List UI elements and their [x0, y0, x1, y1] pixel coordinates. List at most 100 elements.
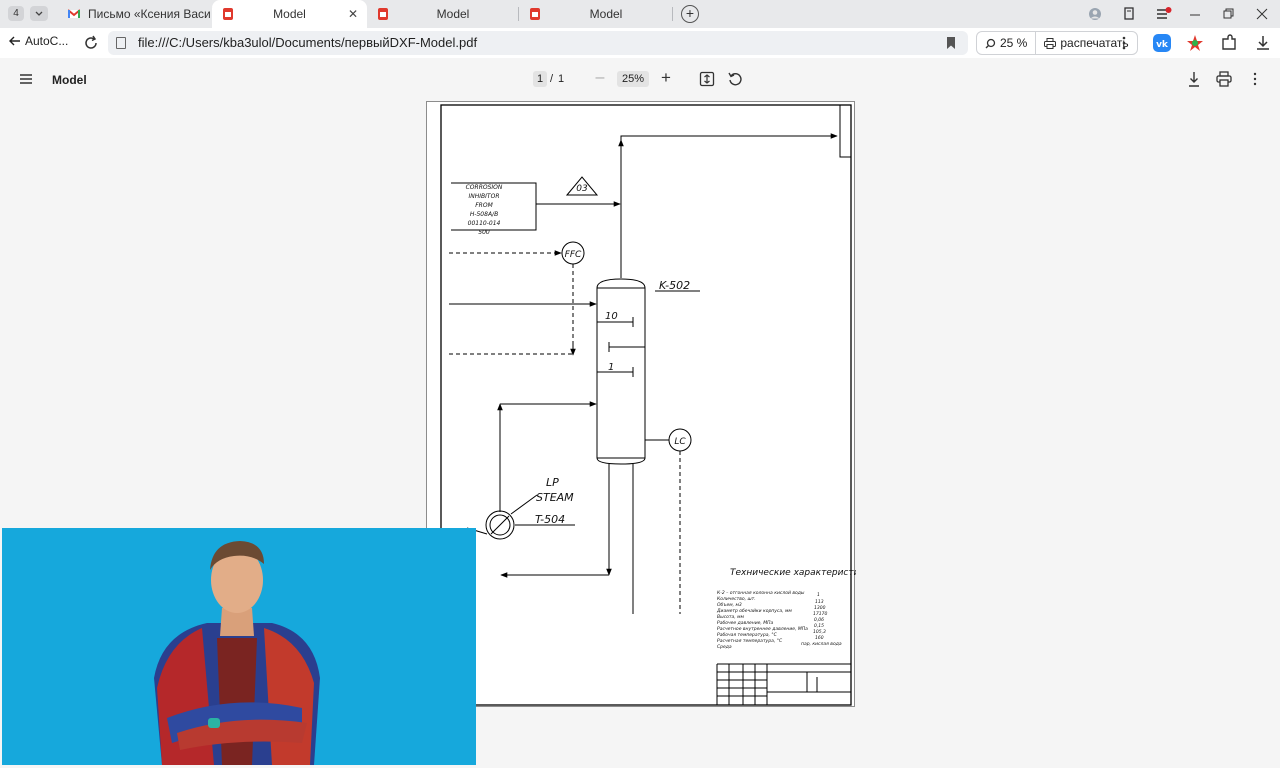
tech-row: Среда — [717, 644, 732, 650]
avatar-icon — [1089, 8, 1101, 20]
url-text[interactable]: file:///C:/Users/kba3ulol/Documents/перв… — [138, 35, 477, 50]
webcam-overlay — [2, 528, 476, 765]
tech-row: Расчетное внутреннее давление, МПа — [717, 626, 808, 632]
tab-count-button[interactable]: 4 — [8, 6, 24, 21]
pdf-page: CORROSION INHIBITOR FROM H-508A/B 00110-… — [426, 101, 856, 707]
new-tab-button[interactable]: + — [681, 5, 699, 23]
tab-list-dropdown[interactable] — [30, 6, 48, 21]
tab-mail[interactable]: Письмо «Ксения Васильева — [58, 0, 210, 28]
reload-icon[interactable] — [82, 34, 100, 52]
close-window-button[interactable] — [1253, 5, 1271, 23]
minimize-button[interactable] — [1186, 5, 1204, 23]
exchanger-tag: T-504 — [535, 513, 565, 526]
close-icon — [1256, 8, 1268, 20]
close-tab-icon[interactable]: ✕ — [345, 6, 361, 22]
chevron-down-icon — [35, 11, 43, 16]
tech-value: 0,15 — [814, 623, 824, 629]
tab-strip: 4 Письмо «Ксения Васильева Model ✕ Model… — [0, 0, 1280, 28]
tech-row: Диаметр обечайки корпуса, мм — [716, 608, 792, 614]
tech-row: Рабочее давление, МПа — [717, 620, 774, 626]
bookmark-icon[interactable] — [946, 37, 956, 49]
lc-label: LC — [674, 437, 686, 447]
more-icon[interactable] — [1122, 36, 1126, 50]
address-bar-row: AutoC... file:///C:/Users/kba3ulol/Docum… — [0, 28, 1280, 58]
ffc-label: FFC — [565, 250, 582, 260]
page-separator: / — [550, 73, 554, 85]
gmail-icon — [68, 9, 80, 18]
hamburger-icon[interactable] — [20, 74, 32, 84]
svg-text:vk: vk — [1156, 40, 1169, 50]
presenter-figure — [2, 528, 476, 765]
tech-title: Технические характеристики — [730, 568, 856, 578]
tech-row: Объем, м3 — [717, 602, 742, 608]
extension-star-icon[interactable] — [1186, 34, 1204, 52]
corrosion-label-2: INHIBITOR — [469, 193, 500, 200]
menu-button[interactable] — [1155, 5, 1173, 23]
tab-title: Model — [273, 7, 306, 21]
zoom-in-button[interactable]: + — [660, 68, 672, 88]
tab-title: Письмо «Ксения Васильева — [88, 7, 210, 21]
tab-model-active[interactable]: Model ✕ — [212, 0, 367, 28]
pdf-icon — [223, 8, 233, 20]
tab-title: Model — [589, 7, 623, 21]
tech-row: Высота, мм — [717, 614, 745, 620]
hamburger-notification-icon — [1157, 7, 1172, 19]
corrosion-label-6: 500 — [478, 229, 490, 236]
corrosion-label-5: 00110-014 — [468, 220, 501, 227]
steam-label: STEAM — [536, 491, 574, 504]
corrosion-label-1: CORROSION — [466, 184, 503, 191]
tech-value: пар, кислая вода — [801, 642, 842, 647]
vk-icon[interactable]: vk — [1153, 34, 1171, 52]
tech-value: 113 — [815, 599, 824, 605]
tech-value: 1300 — [814, 605, 826, 611]
page-total: 1 — [558, 73, 565, 85]
minimize-icon — [1190, 14, 1200, 16]
fit-page-icon[interactable] — [699, 71, 715, 87]
printer-icon — [1044, 37, 1057, 49]
bookmarks-icon — [1124, 7, 1134, 20]
file-icon — [116, 37, 126, 49]
zoom-icon — [985, 38, 996, 48]
more-icon[interactable] — [1247, 71, 1263, 87]
url-field[interactable]: file:///C:/Users/kba3ulol/Documents/перв… — [108, 31, 968, 55]
rotate-icon[interactable] — [727, 71, 743, 87]
tab-model-3[interactable]: Model — [519, 0, 671, 28]
restore-button[interactable] — [1220, 5, 1238, 23]
print-label: распечатать — [1060, 36, 1129, 50]
printer-icon[interactable] — [1216, 71, 1232, 87]
marker-03: 03 — [576, 184, 588, 194]
download-icon[interactable] — [1254, 34, 1272, 52]
tech-row: К-2 – отгонная колонна кислой воды — [717, 590, 805, 596]
page-number-input[interactable]: 1 — [533, 71, 547, 87]
back-button[interactable]: AutoC... — [8, 34, 68, 48]
tab-title: Model — [436, 7, 470, 21]
tab-model-2[interactable]: Model — [367, 0, 517, 28]
zoom-level: 25 % — [1000, 36, 1028, 50]
download-icon[interactable] — [1186, 71, 1202, 87]
column-tag: K-502 — [659, 279, 690, 292]
tech-value: 105,3 — [813, 629, 826, 635]
tray-bottom-label: 1 — [608, 362, 614, 373]
corrosion-label-4: H-508A/B — [470, 211, 498, 218]
corrosion-label-3: FROM — [475, 202, 493, 209]
zoom-button[interactable]: 25 % — [977, 32, 1035, 54]
pdf-icon — [378, 8, 388, 20]
zoom-input[interactable]: 25% — [617, 71, 649, 87]
tech-value: 160 — [815, 635, 824, 641]
restore-icon — [1223, 8, 1234, 19]
arrow-left-icon — [9, 36, 20, 46]
back-label: AutoC... — [25, 34, 69, 48]
pdf-toolbar: Model 1 / 1 – 25% + — [0, 58, 1280, 100]
tech-value: 1 — [817, 592, 820, 598]
tech-row: Количество, шт. — [717, 596, 756, 602]
tray-top-label: 10 — [605, 311, 618, 322]
zoom-out-button[interactable]: – — [594, 69, 606, 87]
document-title: Model — [52, 73, 87, 87]
profile-avatar[interactable] — [1086, 5, 1104, 23]
tech-row: Расчетная температура, °С — [717, 638, 783, 644]
extensions-icon[interactable] — [1220, 34, 1238, 52]
pdf-icon — [530, 8, 540, 20]
collections-button[interactable] — [1120, 5, 1138, 23]
tech-value: 0,06 — [814, 617, 824, 623]
page-actions: 25 % распечатать — [976, 31, 1138, 55]
